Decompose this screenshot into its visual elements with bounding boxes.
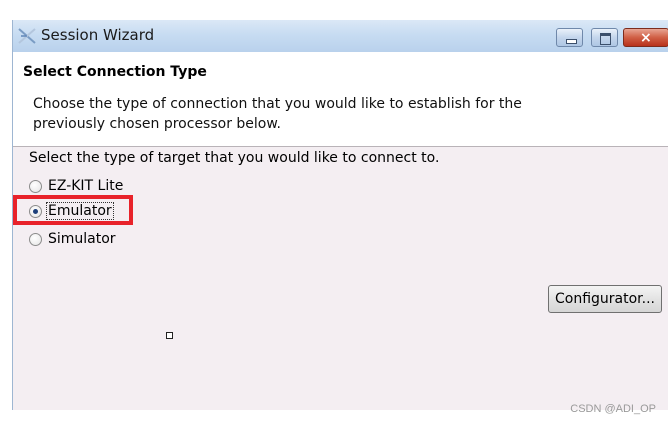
radio-label[interactable]: Simulator	[47, 231, 117, 247]
configurator-button[interactable]: Configurator...	[548, 285, 662, 313]
watermark: CSDN @ADI_OP	[570, 403, 656, 415]
title-bar[interactable]: Session Wizard ×	[13, 20, 668, 52]
session-wizard-icon	[18, 28, 36, 44]
close-button[interactable]: ×	[623, 28, 668, 47]
session-wizard-window: Session Wizard × Select Connection Type …	[12, 20, 668, 410]
target-type-prompt: Select the type of target that you would…	[29, 150, 440, 166]
radio-button[interactable]	[29, 232, 42, 246]
radio-button[interactable]	[29, 179, 42, 193]
radio-option-ez-kit-lite[interactable]: EZ-KIT Lite	[29, 175, 124, 197]
maximize-icon	[600, 33, 611, 45]
wizard-header: Select Connection Type Choose the type o…	[13, 52, 668, 147]
small-square-marker	[166, 332, 173, 339]
radio-label[interactable]: EZ-KIT Lite	[47, 178, 124, 194]
maximize-button[interactable]	[591, 28, 618, 47]
radio-option-simulator[interactable]: Simulator	[29, 228, 117, 250]
minimize-icon	[566, 39, 577, 44]
close-icon: ×	[640, 30, 652, 46]
minimize-button[interactable]	[556, 28, 583, 47]
red-highlight-box	[13, 195, 133, 225]
page-description: Choose the type of connection that you w…	[33, 96, 522, 132]
window-title: Session Wizard	[41, 26, 155, 44]
page-title: Select Connection Type	[23, 64, 207, 80]
